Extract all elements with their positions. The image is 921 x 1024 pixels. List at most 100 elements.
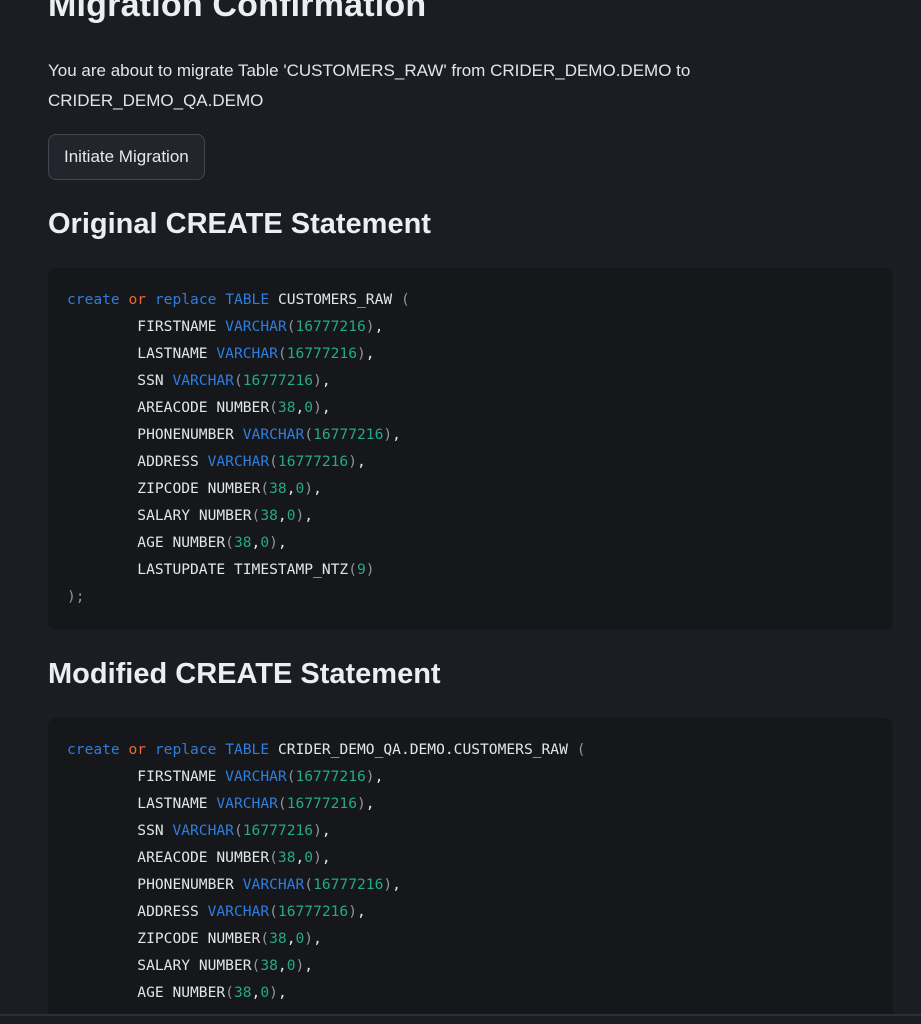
paren: ( [269,849,278,866]
comma: , [365,345,375,362]
column-line: AREACODE NUMBER(38,0), [67,394,874,421]
paren: ) [313,399,322,416]
comma: , [321,849,331,866]
keyword-create: create [67,291,120,308]
column-name: SALARY [137,507,191,524]
column-name: SSN [137,372,164,389]
comma: , [392,426,401,443]
column-line: LASTNAME VARCHAR(16777216), [67,340,874,367]
paren: ( [348,561,357,578]
comma: , [321,399,331,416]
column-type: VARCHAR [216,345,278,362]
comma: , [365,795,375,812]
paren: ) [383,876,393,893]
column-name: LASTUPDATE [137,561,226,578]
paren: ) [304,480,314,497]
description-line-1: You are about to migrate Table 'CUSTOMER… [48,61,691,80]
keyword-or: or [128,741,147,758]
page-title: Migration Confirmation [48,0,427,24]
paren: ( [277,795,287,812]
column-arg: 0 [295,930,305,947]
paren: ) [383,426,393,443]
column-line: SALARY NUMBER(38,0), [67,502,874,529]
column-arg: 38 [269,930,287,947]
closing-paren: ); [67,588,85,605]
paren: ( [225,534,234,551]
paren: ) [348,903,358,920]
paren: ) [357,795,366,812]
original-code-block[interactable]: create or replace TABLE CUSTOMERS_RAW ( … [48,268,893,630]
keyword-table: TABLE [225,741,270,758]
paren: ( [269,399,278,416]
comma: , [277,534,287,551]
column-arg: 16777216 [313,426,384,443]
sql-header-line: create or replace TABLE CUSTOMERS_RAW ( [67,286,874,313]
keyword-replace: replace [154,741,217,758]
sql-header-line: create or replace TABLE CRIDER_DEMO_QA.D… [67,736,874,763]
column-type: VARCHAR [207,453,270,470]
column-line: LASTNAME VARCHAR(16777216), [67,790,874,817]
comma: , [321,822,331,839]
column-type: NUMBER [172,534,226,551]
column-type: NUMBER [216,399,270,416]
column-arg: 38 [233,984,252,1001]
column-arg: 9 [357,561,366,578]
paren: ( [260,480,270,497]
column-arg: 16777216 [242,372,314,389]
column-line: SSN VARCHAR(16777216), [67,817,874,844]
paren: ) [313,822,322,839]
open-paren: ( [400,291,410,308]
comma: , [277,957,287,974]
paren: ( [233,372,243,389]
column-arg: 16777216 [277,453,349,470]
initiate-migration-button[interactable]: Initiate Migration [48,134,205,180]
column-type: NUMBER [198,507,252,524]
column-arg: 38 [260,507,278,524]
bottom-divider [0,1014,921,1024]
column-type: TIMESTAMP_NTZ [233,561,349,578]
paren: ( [233,822,243,839]
column-line: ADDRESS VARCHAR(16777216), [67,448,874,475]
column-arg: 38 [277,399,296,416]
column-line: AGE NUMBER(38,0), [67,979,874,1006]
column-line: AREACODE NUMBER(38,0), [67,844,874,871]
original-statement-heading: Original CREATE Statement [48,208,431,240]
paren: ( [277,345,287,362]
column-arg: 0 [304,399,314,416]
comma: , [277,984,287,1001]
column-arg: 16777216 [242,822,314,839]
paren: ( [269,903,278,920]
column-type: VARCHAR [172,822,234,839]
paren: ) [365,768,375,785]
comma: , [313,930,322,947]
comma: , [304,957,314,974]
column-name: ADDRESS [137,903,199,920]
original-sql-code: create or replace TABLE CUSTOMERS_RAW ( … [48,268,893,628]
column-name: ZIPCODE [137,480,199,497]
column-line: LASTUPDATE TIMESTAMP_NTZ(9) [67,556,874,583]
column-type: VARCHAR [225,318,287,335]
column-name: ADDRESS [137,453,199,470]
paren: ( [269,453,278,470]
comma: , [295,849,305,866]
column-line: PHONENUMBER VARCHAR(16777216), [67,421,874,448]
table-name: CUSTOMERS_RAW [277,291,393,308]
modified-code-block[interactable]: create or replace TABLE CRIDER_DEMO_QA.D… [48,718,893,1024]
column-type: NUMBER [207,930,261,947]
paren: ) [295,507,305,524]
modified-statement-heading: Modified CREATE Statement [48,658,441,690]
column-type: VARCHAR [216,795,278,812]
paren: ) [304,930,314,947]
column-line: ZIPCODE NUMBER(38,0), [67,475,874,502]
migration-description: You are about to migrate Table 'CUSTOMER… [48,56,728,116]
sql-closing-line: ); [67,583,874,610]
column-name: FIRSTNAME [137,318,217,335]
column-name: SALARY [137,957,191,974]
paren: ) [269,534,278,551]
column-type: VARCHAR [207,903,270,920]
column-name: PHONENUMBER [137,426,234,443]
column-arg: 16777216 [286,795,357,812]
paren: ) [269,984,278,1001]
comma: , [277,507,287,524]
column-name: SSN [137,822,164,839]
